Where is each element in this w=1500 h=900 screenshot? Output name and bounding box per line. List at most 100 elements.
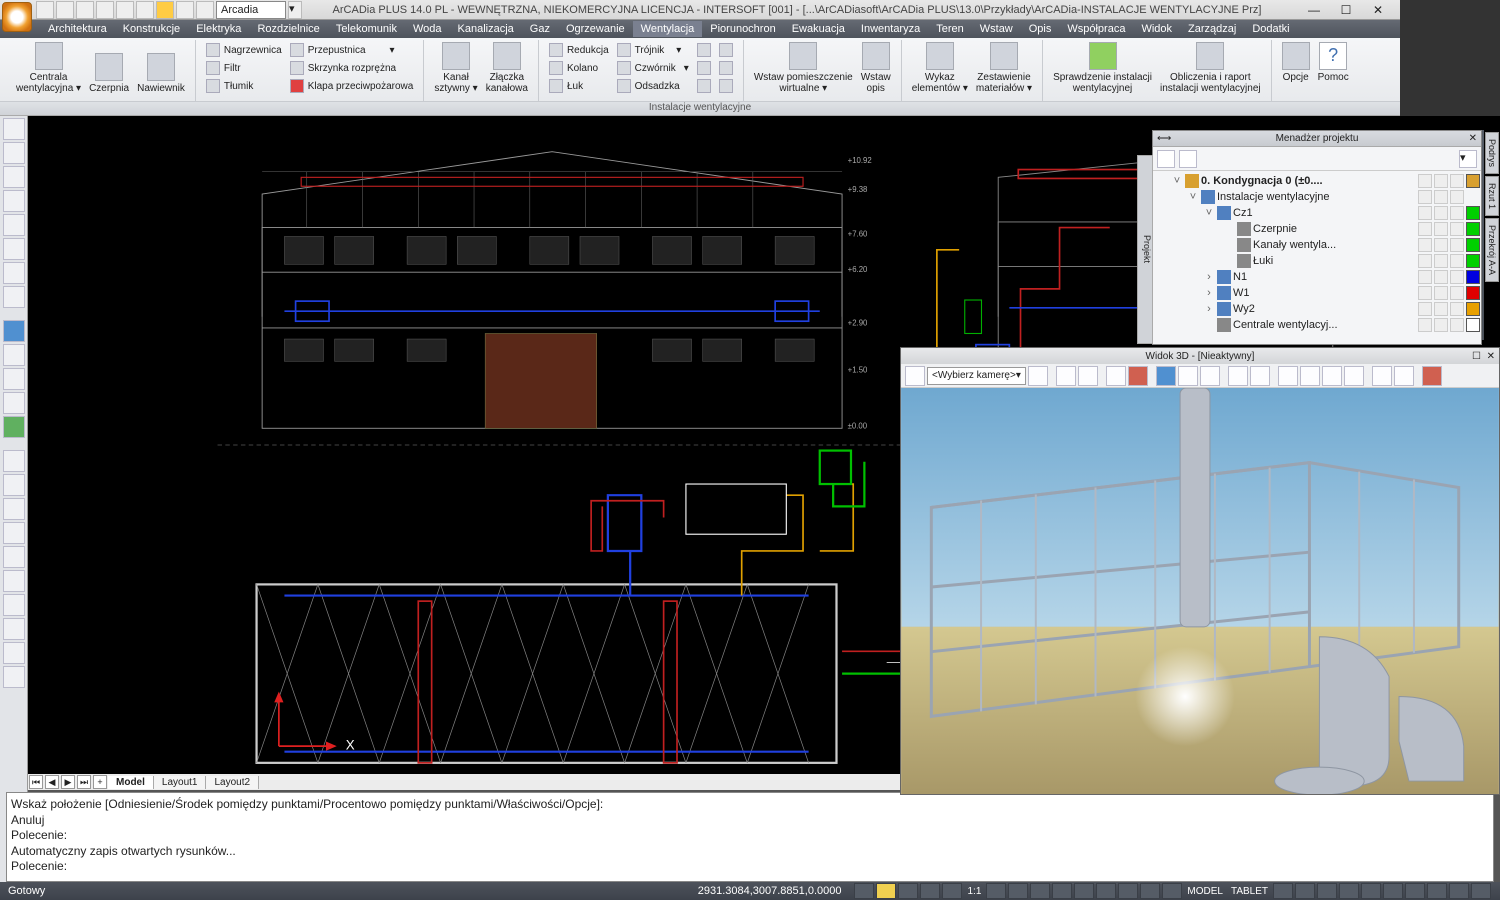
tree-bulb-icon[interactable]: [1418, 238, 1432, 252]
menu-telekomunik[interactable]: Telekomunik: [328, 21, 405, 37]
fitting-x3-button[interactable]: [693, 78, 715, 94]
zlaczka-button[interactable]: Złączka kanałowa: [482, 40, 532, 96]
menu-ewakuacja[interactable]: Ewakuacja: [784, 21, 853, 37]
minimize-button[interactable]: —: [1302, 3, 1326, 17]
skrzynka-button[interactable]: Skrzynka rozprężna: [286, 60, 418, 76]
tree-bulb-icon[interactable]: [1418, 254, 1432, 268]
v3d-layer-icon[interactable]: [1422, 366, 1442, 386]
qat-save-icon[interactable]: [76, 1, 94, 19]
maximize-button[interactable]: ☐: [1334, 3, 1358, 17]
pm-pin-icon[interactable]: ⟷: [1157, 133, 1171, 144]
tree-row[interactable]: ˅0. Kondygnacja 0 (±0....: [1153, 173, 1481, 189]
hatch3-icon[interactable]: [3, 262, 25, 284]
v3d-3d-icon[interactable]: [1372, 366, 1392, 386]
v3d-s1-icon[interactable]: [1228, 366, 1248, 386]
tree-bulb-icon[interactable]: [1418, 190, 1432, 204]
menu-widok[interactable]: Widok: [1133, 21, 1180, 37]
tree-bulb-icon[interactable]: [1418, 174, 1432, 188]
txt-icon[interactable]: [3, 618, 25, 640]
obliczenia-raport-button[interactable]: Obliczenia i raport instalacji wentylacy…: [1156, 40, 1265, 96]
v3d-orbit-icon[interactable]: [1056, 366, 1076, 386]
wykaz-elementow-button[interactable]: Wykaz elementów ▾: [908, 40, 972, 96]
wstaw-pomieszczenie-button[interactable]: Wstaw pomieszczenie wirtualne ▾: [750, 40, 857, 96]
move-icon[interactable]: [3, 666, 25, 688]
tab-add-button[interactable]: +: [93, 775, 107, 789]
arc-icon[interactable]: [3, 498, 25, 520]
line-icon[interactable]: [3, 474, 25, 496]
sb-i-icon[interactable]: [1162, 883, 1182, 899]
sb-polar-icon[interactable]: [920, 883, 940, 899]
sb-e-icon[interactable]: [1074, 883, 1094, 899]
tab-model[interactable]: Model: [108, 776, 154, 789]
tree-print-icon[interactable]: [1434, 302, 1448, 316]
menu-wentylacja[interactable]: Wentylacja: [633, 21, 703, 37]
tree-print-icon[interactable]: [1434, 206, 1448, 220]
menu-kanalizacja[interactable]: Kanalizacja: [450, 21, 522, 37]
menu-wstaw[interactable]: Wstaw: [972, 21, 1021, 37]
menu-teren[interactable]: Teren: [928, 21, 972, 37]
sb-ann-icon[interactable]: [1273, 883, 1293, 899]
undo-icon[interactable]: [3, 320, 25, 342]
tree-bulb-icon[interactable]: [1418, 206, 1432, 220]
tree-lock-icon[interactable]: [1450, 222, 1464, 236]
v3d-r2-icon[interactable]: [1300, 366, 1320, 386]
pomoc-button[interactable]: ?Pomoc: [1314, 40, 1353, 85]
status-model[interactable]: MODEL: [1187, 886, 1223, 897]
sb-ann7-icon[interactable]: [1405, 883, 1425, 899]
tree-lock-icon[interactable]: [1450, 190, 1464, 204]
sb-ann10-icon[interactable]: [1471, 883, 1491, 899]
sidetab-podrys[interactable]: Podrys: [1485, 132, 1499, 174]
sb-c-icon[interactable]: [1030, 883, 1050, 899]
tree-lock-icon[interactable]: [1450, 318, 1464, 332]
fitting-y1-button[interactable]: [715, 42, 737, 58]
qat-grid-icon[interactable]: [196, 1, 214, 19]
menu-inwentaryza[interactable]: Inwentaryza: [853, 21, 928, 37]
tab-layout1[interactable]: Layout1: [154, 776, 207, 789]
v3d-gear-icon[interactable]: [905, 366, 925, 386]
tree-row[interactable]: ˅Cz1: [1153, 205, 1481, 221]
luk-button[interactable]: Łuk: [545, 78, 613, 94]
grid-icon[interactable]: [3, 118, 25, 140]
sb-h-icon[interactable]: [1140, 883, 1160, 899]
sb-snap-icon[interactable]: [876, 883, 896, 899]
menu-zarządzaj[interactable]: Zarządzaj: [1180, 21, 1244, 37]
snap-icon[interactable]: [3, 142, 25, 164]
tlumik-button[interactable]: Tłumik: [202, 78, 286, 94]
tree-color-swatch[interactable]: [1466, 302, 1480, 316]
sidetab-przekroj[interactable]: Przekrój A-A: [1485, 218, 1499, 282]
fitting-y2-button[interactable]: [715, 60, 737, 76]
qat-bulb-icon[interactable]: [156, 1, 174, 19]
hatch-icon[interactable]: [3, 214, 25, 236]
menu-ogrzewanie[interactable]: Ogrzewanie: [558, 21, 633, 37]
copy-icon[interactable]: [3, 642, 25, 664]
nagrzewnica-button[interactable]: Nagrzewnica: [202, 42, 286, 58]
command-line[interactable]: Wskaż położenie [Odniesienie/Środek pomi…: [6, 792, 1494, 882]
sb-ann2-icon[interactable]: [1295, 883, 1315, 899]
sb-f-icon[interactable]: [1096, 883, 1116, 899]
tree-color-swatch[interactable]: [1466, 286, 1480, 300]
qat-dropdown-icon[interactable]: ▾: [288, 1, 302, 19]
tree-color-swatch[interactable]: [1466, 206, 1480, 220]
v3d-link-icon[interactable]: [1078, 366, 1098, 386]
czerpnia-button[interactable]: Czerpnia: [85, 40, 133, 96]
tree-lock-icon[interactable]: [1450, 174, 1464, 188]
tree-row[interactable]: ›N1: [1153, 269, 1481, 285]
odsadzka-button[interactable]: Odsadzka: [613, 78, 693, 94]
zoom-in-icon[interactable]: [3, 344, 25, 366]
tree-color-swatch[interactable]: [1466, 254, 1480, 268]
v3d-cube-icon[interactable]: [1394, 366, 1414, 386]
sb-osnap-icon[interactable]: [942, 883, 962, 899]
status-tablet[interactable]: TABLET: [1231, 886, 1268, 897]
pm-tab[interactable]: Projekt: [1137, 155, 1153, 344]
v3d-close-icon[interactable]: ✕: [1487, 351, 1495, 362]
pm-filter-icon[interactable]: ▾: [1459, 150, 1477, 168]
tree-color-swatch[interactable]: [1466, 318, 1480, 332]
tree-lock-icon[interactable]: [1450, 238, 1464, 252]
fitting-x2-button[interactable]: [693, 60, 715, 76]
czwornik-button[interactable]: Czwórnik▾: [613, 60, 693, 76]
v3d-ext-icon[interactable]: [1200, 366, 1220, 386]
pm-tree[interactable]: ˅0. Kondygnacja 0 (±0....˅Instalacje wen…: [1153, 171, 1481, 343]
view3d-canvas[interactable]: [901, 388, 1499, 794]
tree-bulb-icon[interactable]: [1418, 286, 1432, 300]
v3d-s2-icon[interactable]: [1250, 366, 1270, 386]
